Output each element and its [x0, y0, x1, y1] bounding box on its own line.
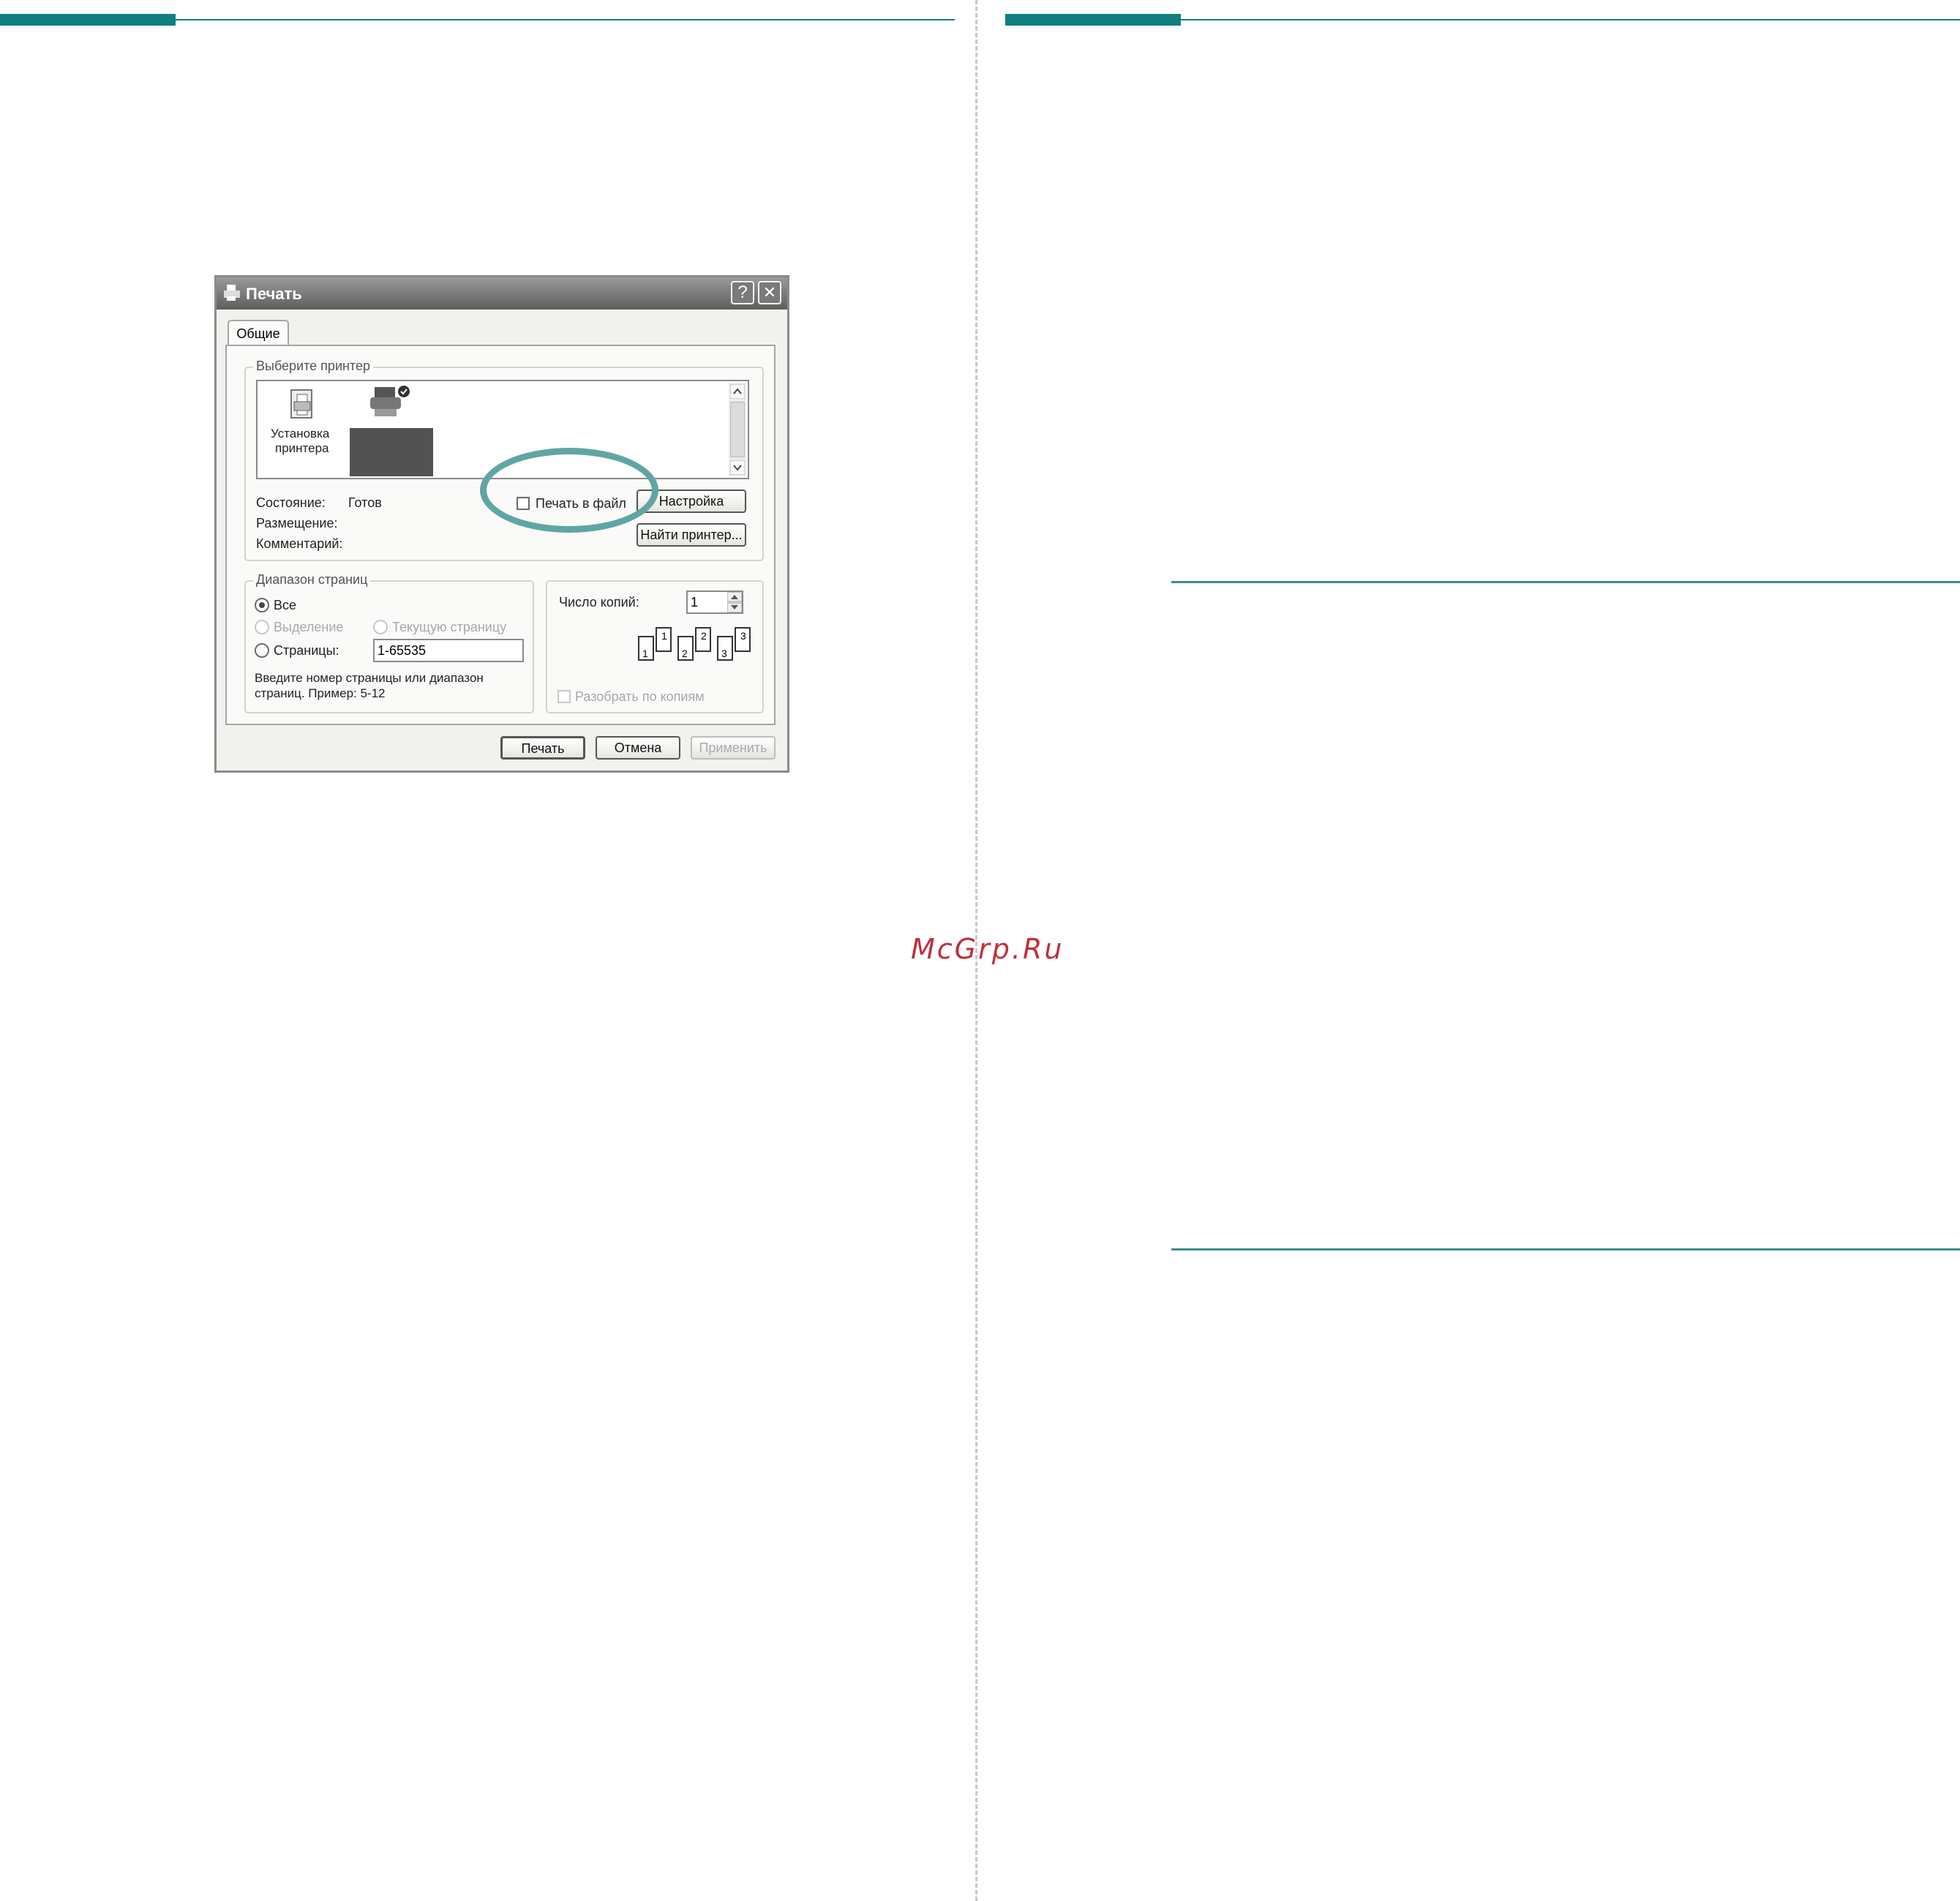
print-dialog: Печать ? ✕ Общие Выберите принтер Устано…: [214, 275, 789, 773]
collate-page: 1: [656, 627, 672, 652]
header-rule-left: [176, 19, 955, 20]
scroll-down-icon[interactable]: [730, 460, 745, 475]
copies-group: Число копий: 1 1 1 2 2 3 3 Разобрать по …: [546, 580, 764, 713]
header-bar-right-thick: [1005, 14, 1181, 26]
dialog-titlebar[interactable]: Печать ? ✕: [217, 277, 787, 310]
close-button[interactable]: ✕: [758, 281, 781, 304]
collate-digit: 2: [701, 630, 707, 642]
range-current-page-label[interactable]: Текущую страницу: [392, 620, 506, 635]
add-printer-label-line1: Установка: [271, 427, 330, 440]
range-pages-label[interactable]: Страницы:: [274, 643, 339, 659]
header-rule-right: [1181, 19, 1960, 20]
general-panel: Выберите принтер Установка принтера Сост…: [225, 345, 776, 725]
collate-page: 1: [638, 636, 654, 661]
location-label: Размещение:: [256, 516, 338, 530]
apply-button[interactable]: Применить: [691, 736, 776, 760]
tab-general[interactable]: Общие: [228, 320, 289, 346]
collate-digit: 1: [642, 648, 648, 659]
pages-input[interactable]: 1-65535: [373, 639, 524, 662]
help-button[interactable]: ?: [731, 281, 754, 304]
section-rule-2: [1171, 1248, 1960, 1251]
range-current-page-radio[interactable]: [373, 620, 388, 634]
scroll-up-icon[interactable]: [730, 384, 745, 399]
status-label: Состояние:: [256, 495, 326, 510]
copies-label: Число копий:: [559, 595, 639, 610]
range-all-radio[interactable]: [255, 598, 269, 612]
header-bar-left-thick: [0, 14, 176, 26]
page-range-legend: Диапазон страниц: [253, 572, 371, 588]
add-printer-icon[interactable]: [284, 386, 320, 422]
collate-page: 3: [735, 627, 751, 652]
add-printer-label-line2: принтера: [275, 441, 329, 455]
collate-digit: 2: [682, 648, 688, 659]
cancel-button[interactable]: Отмена: [596, 736, 680, 760]
page-range-group: Диапазон страниц Все Выделение Текущую с…: [244, 572, 534, 713]
range-all-label[interactable]: Все: [274, 598, 296, 613]
watermark: McGrp.Ru: [911, 933, 1065, 965]
collate-checkbox[interactable]: [557, 690, 571, 703]
comment-label: Комментарий:: [256, 536, 343, 551]
copies-spinner-icon[interactable]: [727, 592, 742, 612]
range-hint-line2: страниц. Пример: 5-12: [255, 686, 386, 700]
range-selection-label[interactable]: Выделение: [274, 620, 343, 635]
highlight-ring: [480, 448, 658, 533]
status-value: Готов: [348, 495, 382, 510]
range-selection-radio[interactable]: [255, 620, 269, 634]
find-printer-button[interactable]: Найти принтер...: [637, 523, 746, 547]
printer-list-scrollbar[interactable]: [729, 383, 746, 476]
scroll-thumb[interactable]: [730, 402, 745, 457]
collate-digit: 1: [661, 630, 667, 642]
print-button[interactable]: Печать: [500, 736, 585, 760]
collate-digit: 3: [721, 648, 727, 659]
collate-page: 2: [677, 636, 694, 661]
section-rule-1: [1171, 581, 1960, 583]
collate-page: 2: [695, 627, 711, 652]
collate-label[interactable]: Разобрать по копиям: [575, 689, 705, 705]
range-hint-line1: Введите номер страницы или диапазон: [255, 671, 484, 685]
range-pages-radio[interactable]: [255, 643, 269, 658]
select-printer-legend: Выберите принтер: [253, 359, 373, 374]
collate-illustration: 1 1 2 2 3 3: [638, 627, 755, 664]
collate-digit: 3: [740, 630, 746, 642]
dialog-title: Печать: [246, 285, 302, 303]
printer-icon: [224, 285, 240, 301]
default-printer-icon[interactable]: [367, 383, 411, 424]
collate-page: 3: [717, 636, 733, 661]
printer-name-redacted: [350, 428, 433, 476]
